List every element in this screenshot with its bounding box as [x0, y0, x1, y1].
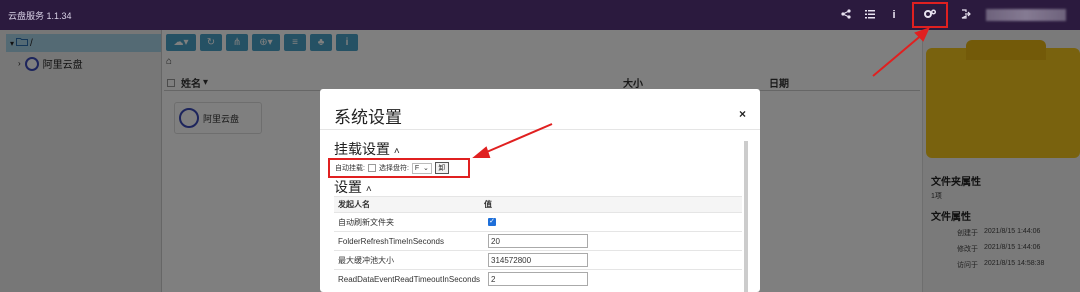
user-name-blurred [986, 9, 1066, 21]
table-row: 最大缓冲池大小 314572800 [334, 250, 742, 270]
setting-value-cell: 314572800 [484, 250, 742, 270]
setting-value-cell: 20 [484, 231, 742, 251]
read-timeout-input[interactable]: 2 [488, 272, 588, 287]
drive-letter-select[interactable]: F ⌄ [411, 162, 432, 174]
gears-icon [924, 8, 937, 22]
drive-value: F [414, 164, 420, 172]
chevron-up-icon: ˄ [393, 146, 400, 157]
settings-table: 发起人名 值 自动刷新文件夹 ✓ FolderRefreshTimeInSeco… [334, 196, 742, 289]
modal-scrollbar[interactable] [744, 141, 748, 292]
close-button[interactable]: × [739, 107, 746, 121]
col-value-header: 值 [484, 196, 742, 213]
setting-name: ReadDataEventReadTimeoutInSeconds [334, 269, 484, 289]
setting-value-cell: 2 [484, 269, 742, 289]
chevron-down-icon: ⌄ [423, 165, 429, 172]
table-row: FolderRefreshTimeInSeconds 20 [334, 231, 742, 251]
settings-modal: 系统设置 × 挂载设置 ˄ 自动挂载: 选择盘符: F ⌄ 卸 设置 ˄ 发起人… [320, 89, 760, 292]
folder-refresh-input[interactable]: 20 [488, 234, 588, 248]
table-row: 自动刷新文件夹 ✓ [334, 212, 742, 232]
setting-name: 最大缓冲池大小 [334, 250, 484, 270]
col-name-header: 发起人名 [334, 196, 484, 213]
setting-name: 自动刷新文件夹 [334, 212, 484, 232]
settings-button[interactable] [912, 2, 948, 28]
settings-section-label: 设置 [334, 179, 362, 195]
mount-button[interactable]: 卸 [434, 162, 449, 174]
top-bar: 云盘服务 1.1.34 i [0, 0, 1080, 30]
auto-mount-checkbox[interactable] [367, 164, 376, 172]
modal-title: 系统设置 [334, 108, 402, 127]
setting-name: FolderRefreshTimeInSeconds [334, 231, 484, 251]
mount-section-label: 挂载设置 [334, 141, 390, 157]
chevron-up-icon: ˄ [365, 184, 372, 195]
top-actions: i [834, 0, 1080, 30]
settings-section-title[interactable]: 设置 ˄ [334, 177, 372, 197]
select-drive-label: 选择盘符: [378, 165, 409, 172]
modal-divider [320, 129, 760, 130]
max-buffer-input[interactable]: 314572800 [488, 253, 588, 267]
mount-settings-row: 自动挂载: 选择盘符: F ⌄ 卸 [328, 158, 470, 178]
list-icon[interactable] [858, 9, 882, 22]
setting-value-cell: ✓ [484, 212, 742, 232]
app-title: 云盘服务 1.1.34 [8, 10, 72, 21]
auto-refresh-checkbox[interactable]: ✓ [488, 218, 496, 226]
logout-icon[interactable] [954, 8, 978, 22]
table-row: ReadDataEventReadTimeoutInSeconds 2 [334, 269, 742, 289]
table-header-row: 发起人名 值 [334, 196, 742, 213]
share-icon[interactable] [834, 8, 858, 22]
mount-section-title[interactable]: 挂载设置 ˄ [334, 139, 400, 159]
auto-mount-label: 自动挂载: [335, 165, 365, 172]
info-icon[interactable]: i [882, 9, 906, 21]
